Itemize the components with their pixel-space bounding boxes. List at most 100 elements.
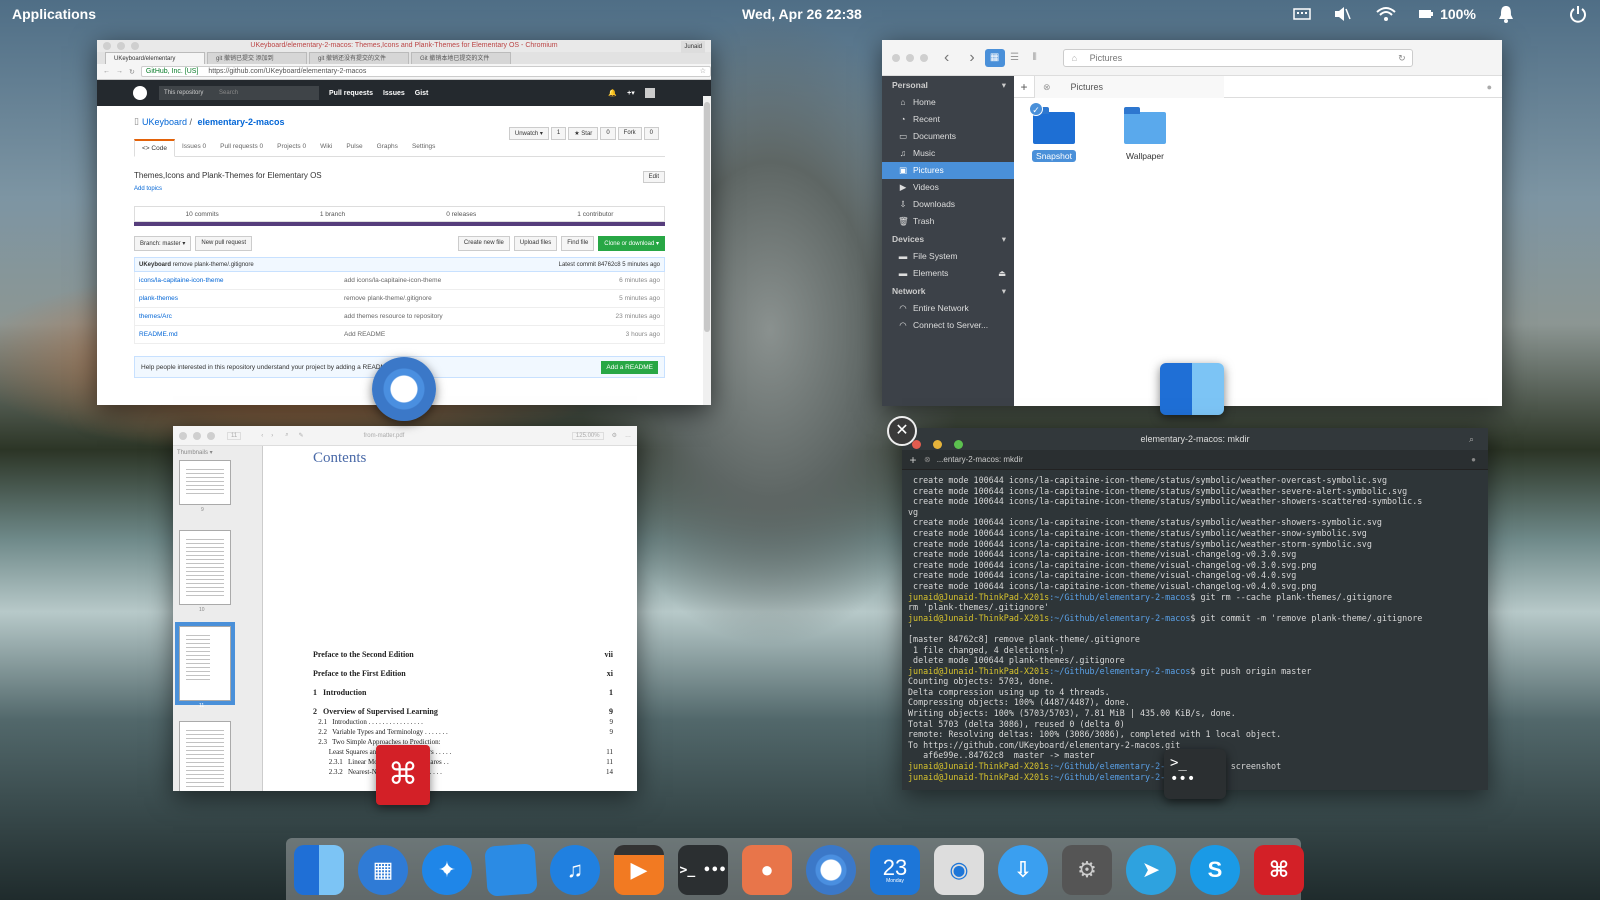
star-count[interactable]: 0 xyxy=(600,127,616,140)
sidebar-mode-select[interactable]: Thumbnails ▾ xyxy=(173,446,262,460)
sidebar-item-filesystem[interactable]: ▬ File System xyxy=(882,248,1014,265)
sidebar-item-pictures[interactable]: ▣ Pictures xyxy=(882,162,1014,179)
new-pull-request-button[interactable]: New pull request xyxy=(195,236,253,251)
minimize-button[interactable] xyxy=(193,431,201,440)
branch-link[interactable]: 1 branch xyxy=(320,211,345,218)
repo-name-link[interactable]: elementary-2-macos xyxy=(198,117,285,127)
commit-author[interactable]: UKeyboard xyxy=(139,262,171,268)
url-text[interactable]: https://github.com/UKeyboard/elementary-… xyxy=(208,68,366,75)
contributors-link[interactable]: 1 contributor xyxy=(577,211,613,218)
file-row[interactable]: README.md Add README 3 hours ago xyxy=(134,326,665,344)
terminal-window[interactable]: elementary-2-macos: mkdir ⌕ + ⊗ ...entar… xyxy=(902,428,1488,790)
volume-muted-icon[interactable] xyxy=(1330,4,1354,24)
file-name[interactable]: themes/Arc xyxy=(139,313,344,320)
sidebar-section-network[interactable]: Network ▾ xyxy=(882,282,1014,300)
tab-pull-requests[interactable]: Pull requests 0 xyxy=(213,139,270,156)
tab-issues[interactable]: Issues 0 xyxy=(175,139,213,156)
browser-tab[interactable]: git 撤销还没有提交的文件 xyxy=(309,52,409,64)
file-commit-msg[interactable]: add themes resource to repository xyxy=(344,313,616,320)
list-view-icon[interactable]: ☰ xyxy=(1005,49,1025,67)
repo-owner-link[interactable]: UKeyboard xyxy=(142,117,187,127)
telegram-icon[interactable]: ➤ xyxy=(1126,845,1176,895)
sidebar-item-downloads[interactable]: ⇩ Downloads xyxy=(882,196,1014,213)
calendar-icon[interactable]: 23 Monday xyxy=(870,845,920,895)
page-thumbnail[interactable] xyxy=(179,721,231,791)
home-icon[interactable]: ⌂ xyxy=(1072,53,1077,63)
address-bar[interactable]: GitHub, Inc. [US] https://github.com/UKe… xyxy=(140,66,711,77)
keyboard-icon[interactable] xyxy=(1290,4,1314,24)
toc-entry[interactable]: 2.3.2 Nearest-Neighbor Methods . . . . .… xyxy=(313,768,613,776)
avatar[interactable] xyxy=(644,88,655,98)
nav-pull-requests[interactable]: Pull requests xyxy=(329,90,373,97)
github-logo-icon[interactable] xyxy=(133,86,147,100)
zoom-select[interactable]: 125.00% xyxy=(571,431,604,440)
sidebar-item-documents[interactable]: ▭ Documents xyxy=(882,128,1014,145)
file-commit-msg[interactable]: add icons/la-capitaine-icon-theme xyxy=(344,277,619,284)
search-icon[interactable]: ⌕ xyxy=(285,432,288,439)
grid-view-icon[interactable]: ▦ xyxy=(984,48,1005,67)
file-name[interactable]: plank-themes xyxy=(139,295,344,302)
minimize-button[interactable] xyxy=(906,53,914,62)
annotate-icon[interactable]: ✎ xyxy=(299,432,304,439)
tab-graphs[interactable]: Graphs xyxy=(370,139,405,156)
find-file-button[interactable]: Find file xyxy=(561,236,595,251)
maximize-button[interactable] xyxy=(920,53,928,62)
sidebar-item-elements[interactable]: ▬ Elements ⏏ xyxy=(882,265,1014,282)
star-button[interactable]: ★ Star xyxy=(568,127,599,140)
camera-icon[interactable]: ◉ xyxy=(934,845,984,895)
next-page-icon[interactable]: › xyxy=(271,433,273,439)
toc-entry[interactable]: 1 Introduction 1 xyxy=(313,688,613,697)
terminal-drag-icon[interactable]: >_ ••• xyxy=(1164,749,1226,799)
file-name[interactable]: icons/la-capitaine-icon-theme xyxy=(139,277,344,284)
releases-link[interactable]: 0 releases xyxy=(446,211,476,218)
menu-icon[interactable]: … xyxy=(625,433,631,439)
sidebar-item-recent[interactable]: ◔ Recent xyxy=(882,111,1014,128)
close-button[interactable] xyxy=(179,431,187,440)
file-commit-msg[interactable]: remove plank-theme/.gitignore xyxy=(344,295,619,302)
toc-entry[interactable]: Least Squares and Nearest Neighbors . . … xyxy=(313,748,613,756)
tab-code[interactable]: <> Code xyxy=(134,139,175,157)
page-thumbnail[interactable] xyxy=(179,530,231,605)
fork-count[interactable]: 0 xyxy=(643,127,659,140)
terminal-titlebar[interactable]: elementary-2-macos: mkdir ⌕ xyxy=(902,428,1488,450)
tab-wiki[interactable]: Wiki xyxy=(313,139,339,156)
sidebar-item-entire-network[interactable]: ◠ Entire Network xyxy=(882,300,1014,317)
pdf-drag-icon[interactable]: ⌘ xyxy=(376,745,430,805)
reload-icon[interactable]: ↻ xyxy=(129,68,135,76)
file-row[interactable]: icons/la-capitaine-icon-theme add icons/l… xyxy=(134,272,665,290)
toc-entry[interactable]: Preface to the First Edition xi xyxy=(313,669,613,678)
files-window[interactable]: ‹ › ▦ ☰ ⫴ ⌂ Pictures ↻ Personal ▾ ⌂ Home ◔ Rece… xyxy=(882,40,1502,406)
collapse-icon[interactable]: ▾ xyxy=(1002,282,1006,300)
toc-entry[interactable]: 2.3.1 Linear Models and Least Squares . … xyxy=(313,758,613,766)
toc-entry[interactable]: Preface to the Second Edition vii xyxy=(313,650,613,659)
sidebar-item-trash[interactable]: 🗑 Trash xyxy=(882,213,1014,230)
downloader-icon[interactable]: ⇩ xyxy=(998,845,1048,895)
location-text[interactable]: Pictures xyxy=(1090,53,1123,63)
sidebar-section-devices[interactable]: Devices ▾ xyxy=(882,230,1014,248)
safari-icon[interactable]: ✦ xyxy=(422,845,472,895)
terminal-icon[interactable]: >_ ••• xyxy=(678,845,728,895)
minimize-button[interactable] xyxy=(117,42,125,50)
page-thumbnail[interactable] xyxy=(179,460,231,505)
chromium-icon[interactable] xyxy=(806,845,856,895)
settings-icon[interactable]: ⚙ xyxy=(1062,845,1112,895)
forward-icon[interactable]: › xyxy=(969,49,974,67)
profile-button[interactable]: Junaid xyxy=(681,41,705,53)
watch-button[interactable]: Unwatch ▾ xyxy=(508,127,549,140)
maximize-button[interactable] xyxy=(207,431,215,440)
add-topics-link[interactable]: Add topics xyxy=(134,186,665,192)
music-icon[interactable]: ♫ xyxy=(550,845,600,895)
browser-tab[interactable]: Git 撤销本地已提交的文件 xyxy=(411,52,511,64)
bookmark-star-icon[interactable]: ☆ xyxy=(700,67,706,77)
collapse-icon[interactable]: ▾ xyxy=(1002,230,1006,248)
sidebar-item-videos[interactable]: ▶ Videos xyxy=(882,179,1014,196)
applications-menu[interactable]: Applications xyxy=(12,6,96,22)
notifications-icon[interactable] xyxy=(1494,4,1518,24)
chromium-window[interactable]: UKeyboard/elementary-2-macos: Themes,Ico… xyxy=(97,40,711,405)
edit-button[interactable]: Edit xyxy=(642,171,665,183)
battery-icon[interactable] xyxy=(1418,4,1434,24)
settings-icon[interactable]: ⚙ xyxy=(612,432,617,439)
collapse-icon[interactable]: ▾ xyxy=(1002,76,1006,94)
chromium-titlebar[interactable]: UKeyboard/elementary-2-macos: Themes,Ico… xyxy=(97,40,711,53)
videos-icon[interactable]: ▶ xyxy=(614,845,664,895)
